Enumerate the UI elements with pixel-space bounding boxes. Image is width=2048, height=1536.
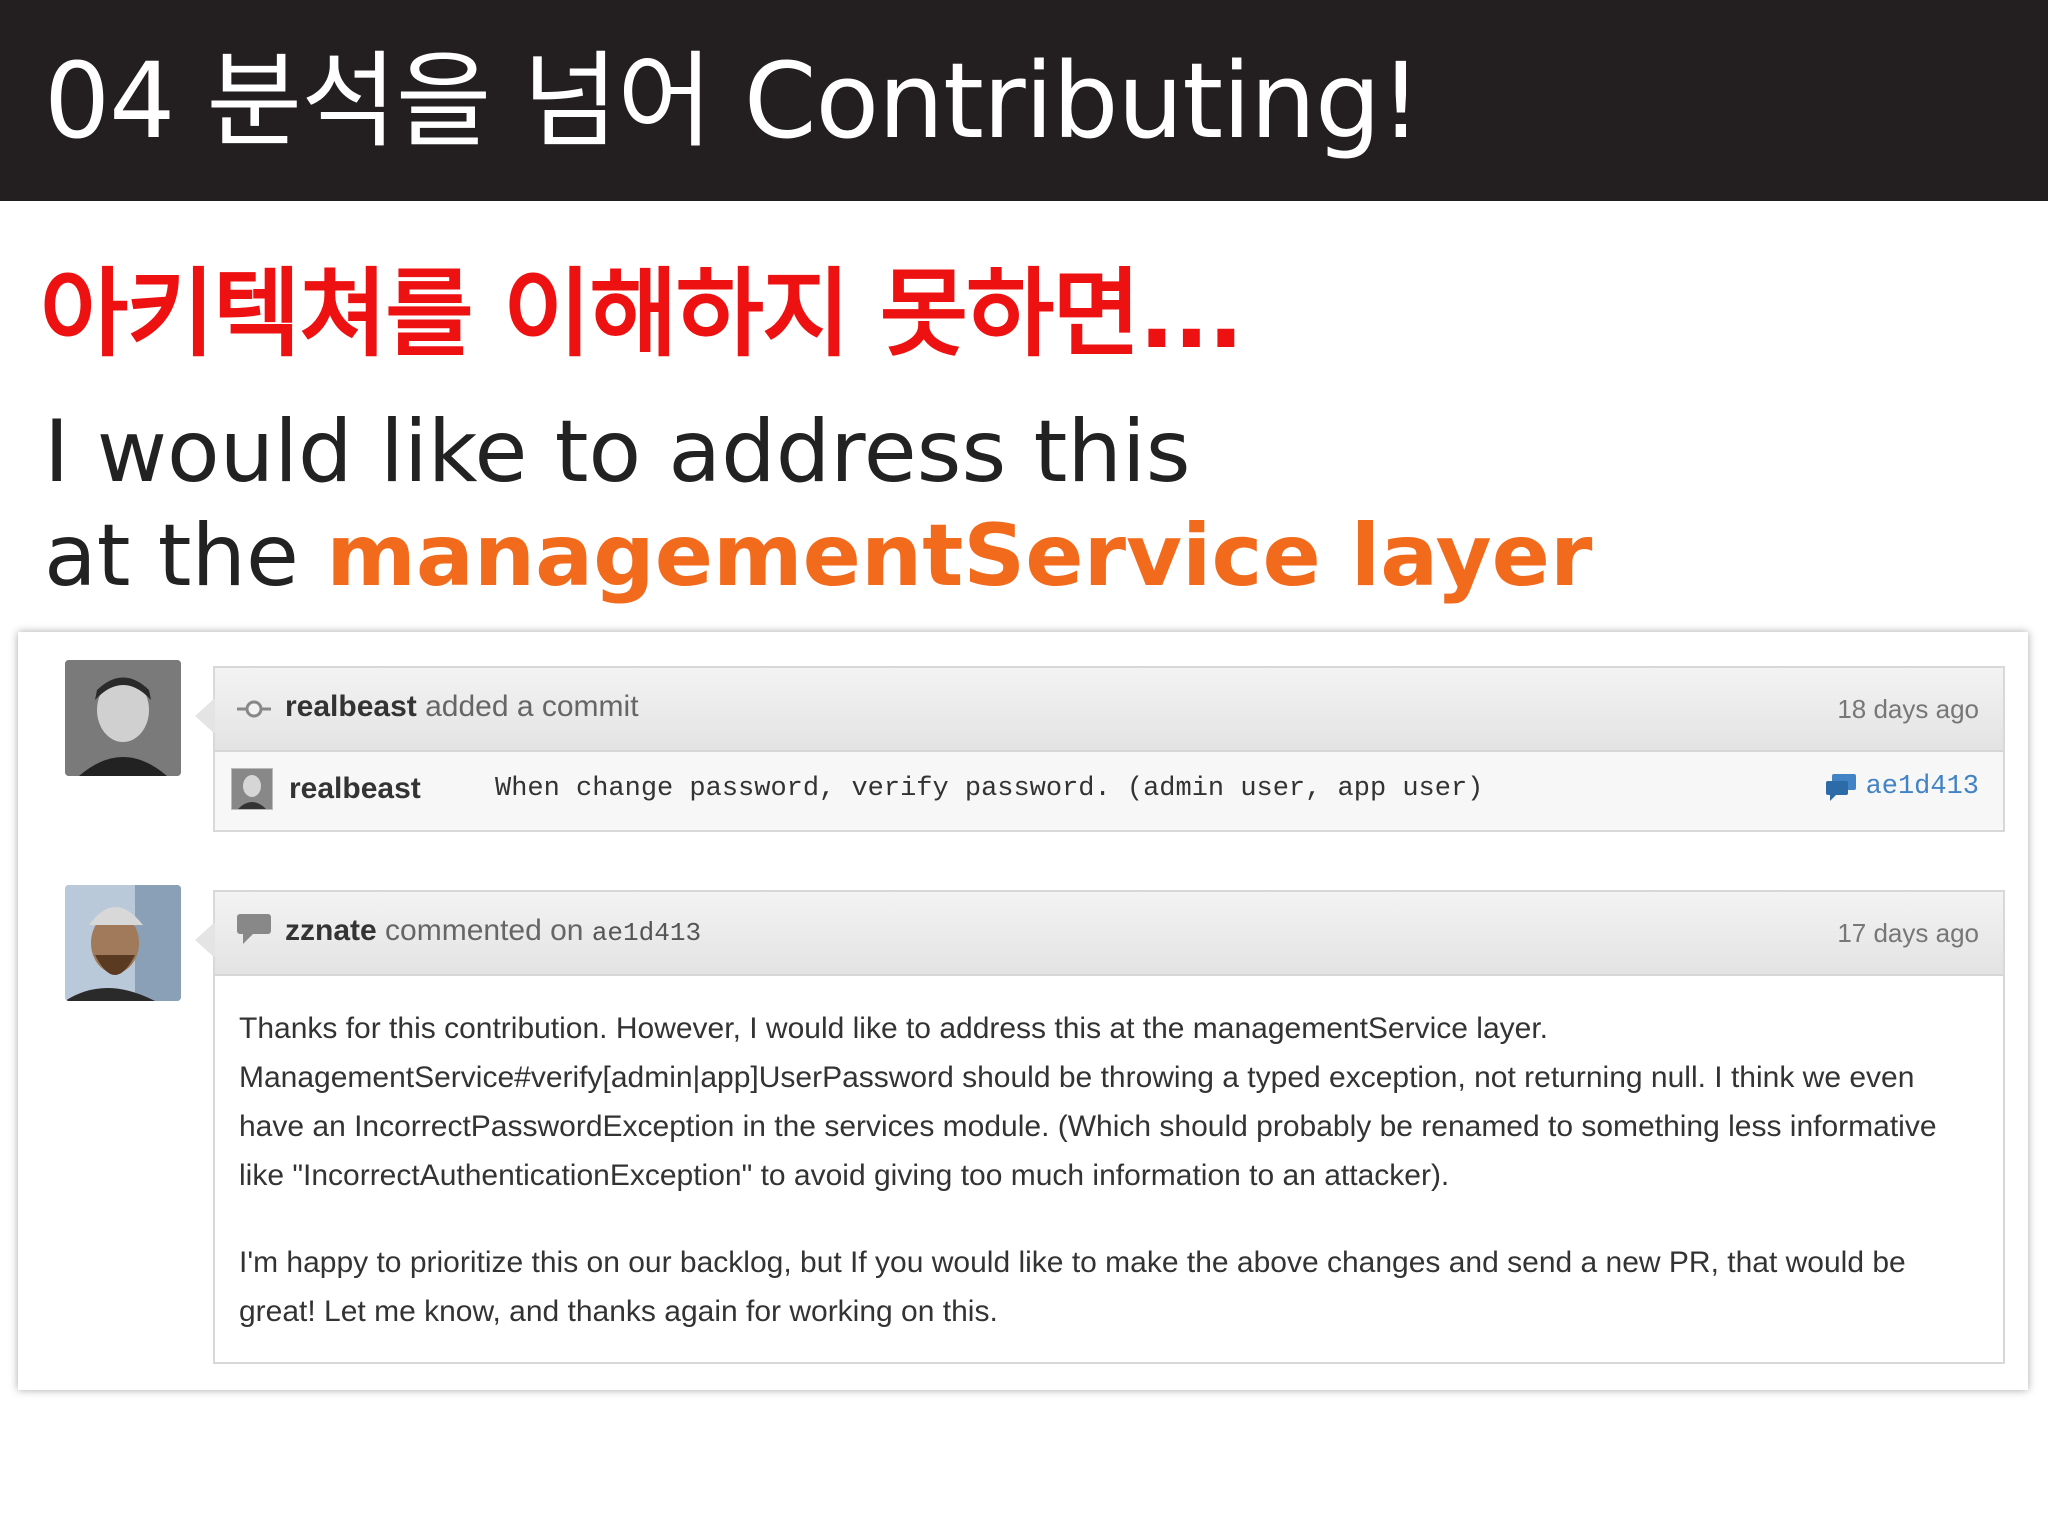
quote-highlight: managementService layer (326, 506, 1593, 606)
speech-arrow (195, 922, 215, 958)
event-summary: realbeast added a commit (285, 690, 639, 724)
person-avatar-icon (232, 769, 272, 809)
comment-body: Thanks for this contribution. However, I… (215, 976, 2003, 1336)
event-user-link[interactable]: realbeast (285, 690, 417, 723)
comment-paragraph: I'm happy to prioritize this on our back… (239, 1246, 1906, 1328)
quote-line-1: I would like to address this (44, 402, 1191, 502)
event-header: zznate commented on ae1d413 17 days ago (215, 892, 2003, 976)
event-summary: zznate commented on ae1d413 (285, 914, 701, 948)
quote-line-2-prefix: at the (44, 506, 327, 606)
quote-line-2: at the managementService layer (44, 504, 1592, 608)
comment-icon (237, 914, 271, 952)
github-timeline-screenshot: realbeast added a commit 18 days ago rea… (18, 632, 2028, 1390)
avatar[interactable] (65, 885, 181, 1001)
slide-headline: 아키텍쳐를 이해하지 못하면... (40, 258, 1244, 370)
commit-sha-group[interactable]: ae1d413 (1824, 772, 1979, 802)
comment-event: zznate commented on ae1d413 17 days ago … (195, 890, 2005, 1364)
commit-author-avatar[interactable] (231, 768, 273, 810)
person-avatar-icon (65, 660, 181, 776)
event-user-link[interactable]: zznate (285, 914, 377, 947)
speech-arrow (195, 698, 215, 734)
commit-message-link[interactable]: When change password, verify password. (… (495, 774, 1483, 804)
commit-row: realbeast When change password, verify p… (215, 752, 2003, 828)
title-bar: 04 분석을 넘어 Contributing! (0, 0, 2048, 201)
commit-sha-link[interactable]: ae1d413 (1866, 772, 1979, 802)
event-timestamp: 18 days ago (1837, 694, 1979, 724)
commit-sha-link[interactable]: ae1d413 (592, 918, 701, 948)
avatar[interactable] (65, 660, 181, 776)
event-timestamp: 17 days ago (1837, 918, 1979, 948)
slide-title: 04 분석을 넘어 Contributing! (44, 40, 1422, 162)
event-action: added a commit (425, 690, 639, 723)
commit-event: realbeast added a commit 18 days ago rea… (195, 666, 2005, 832)
person-avatar-icon (65, 885, 181, 1001)
comment-paragraph: Thanks for this contribution. However, I… (239, 1012, 1937, 1192)
commit-icon (237, 694, 271, 728)
quote-block: I would like to address this at the mana… (44, 400, 1592, 608)
comment-bubble-icon (1825, 774, 1856, 801)
event-action: commented on (385, 914, 584, 947)
commit-author-link[interactable]: realbeast (289, 772, 421, 806)
event-header: realbeast added a commit 18 days ago (215, 668, 2003, 752)
